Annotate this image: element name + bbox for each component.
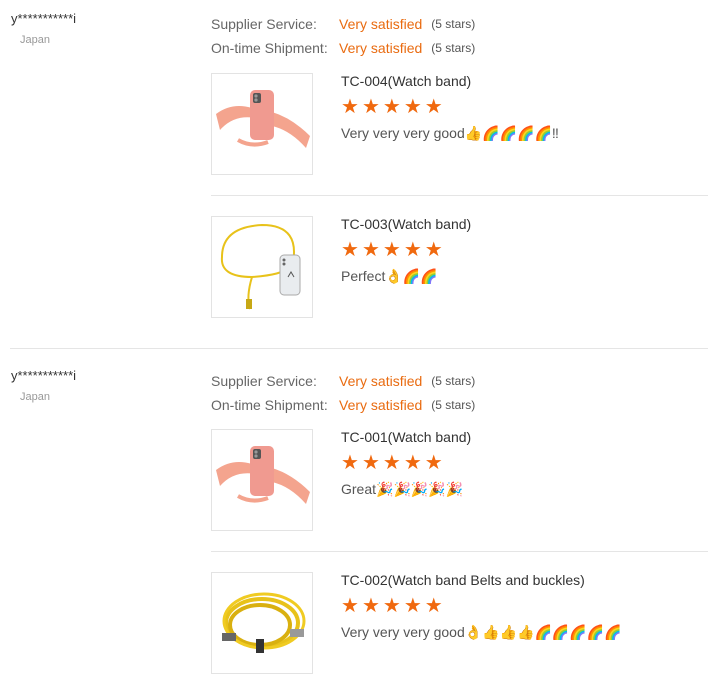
ratings-summary: Supplier Service: Very satisfied (5 star… <box>211 12 475 60</box>
reviewer-name: y***********i <box>11 368 77 383</box>
star-icon: ★ <box>341 239 359 261</box>
product-star-rating: ★ ★ ★ ★ ★ <box>341 240 443 260</box>
divider <box>211 551 708 552</box>
product-review: TC-003(Watch band) ★ ★ ★ ★ ★ Perfect👌🌈🌈 <box>211 216 708 318</box>
review-comment: Perfect👌🌈🌈 <box>341 268 438 284</box>
star-icon: ★ <box>361 96 380 118</box>
rating-label: On-time Shipment: <box>211 40 328 56</box>
star-icon: ★ <box>382 595 401 617</box>
shipment-rating: On-time Shipment: Very satisfied (5 star… <box>211 393 475 417</box>
star-icon: ★ <box>403 239 422 261</box>
product-title[interactable]: TC-001(Watch band) <box>341 429 471 445</box>
product-thumbnail[interactable] <box>211 429 313 531</box>
star-icon: ★ <box>403 452 422 474</box>
reviewer-country: Japan <box>20 391 50 403</box>
product-review: TC-004(Watch band) ★ ★ ★ ★ ★ Very very v… <box>211 73 708 175</box>
product-review: TC-002(Watch band Belts and buckles) ★ ★… <box>211 572 708 674</box>
reviewer-country: Japan <box>20 34 50 46</box>
review-comment: Great🎉🎉🎉🎉🎉 <box>341 481 464 497</box>
rating-value: Very satisfied <box>339 16 423 32</box>
star-icon: ★ <box>382 239 401 261</box>
product-title[interactable]: TC-002(Watch band Belts and buckles) <box>341 572 585 588</box>
star-icon: ★ <box>341 96 359 118</box>
review-separator <box>10 348 708 349</box>
product-review: TC-001(Watch band) ★ ★ ★ ★ ★ Great🎉🎉🎉🎉🎉 <box>211 429 708 531</box>
pink-phone-case-image <box>216 90 310 148</box>
star-icon: ★ <box>361 452 380 474</box>
star-icon: ★ <box>424 452 443 474</box>
star-icon: ★ <box>382 96 401 118</box>
star-icon: ★ <box>403 595 422 617</box>
rating-label: Supplier Service: <box>211 373 317 389</box>
reviewer-info: y***********i Japan <box>11 368 77 404</box>
rating-label: Supplier Service: <box>211 16 317 32</box>
product-thumbnail[interactable] <box>211 216 313 318</box>
product-thumbnail[interactable] <box>211 572 313 674</box>
product-title[interactable]: TC-003(Watch band) <box>341 216 471 232</box>
pink-phone-case-image <box>216 446 310 504</box>
product-thumbnail[interactable] <box>211 73 313 175</box>
divider <box>211 195 708 196</box>
supplier-service-rating: Supplier Service: Very satisfied (5 star… <box>211 369 475 393</box>
star-icon: ★ <box>361 239 380 261</box>
product-star-rating: ★ ★ ★ ★ ★ <box>341 596 443 616</box>
product-title[interactable]: TC-004(Watch band) <box>341 73 471 89</box>
yellow-cable-image <box>222 592 306 653</box>
yellow-lanyard-image <box>220 223 301 310</box>
rating-value: Very satisfied <box>339 373 423 389</box>
reviewer-info: y***********i Japan <box>11 11 77 47</box>
rating-stars-text: (5 stars) <box>431 398 476 412</box>
rating-stars-text: (5 stars) <box>431 41 476 55</box>
rating-stars-text: (5 stars) <box>431 17 476 31</box>
rating-label: On-time Shipment: <box>211 397 328 413</box>
star-icon: ★ <box>382 452 401 474</box>
rating-stars-text: (5 stars) <box>431 374 476 388</box>
supplier-service-rating: Supplier Service: Very satisfied (5 star… <box>211 12 475 36</box>
review-comment: Very very very good👍🌈🌈🌈🌈‼ <box>341 125 559 141</box>
rating-value: Very satisfied <box>339 40 423 56</box>
star-icon: ★ <box>424 595 443 617</box>
ratings-summary: Supplier Service: Very satisfied (5 star… <box>211 369 475 417</box>
rating-value: Very satisfied <box>339 397 423 413</box>
star-icon: ★ <box>424 96 443 118</box>
star-icon: ★ <box>361 595 380 617</box>
product-star-rating: ★ ★ ★ ★ ★ <box>341 453 443 473</box>
star-icon: ★ <box>424 239 443 261</box>
product-star-rating: ★ ★ ★ ★ ★ <box>341 97 443 117</box>
review-comment: Very very very good👌👍👍👍🌈🌈🌈🌈🌈 <box>341 624 622 640</box>
reviewer-name: y***********i <box>11 11 77 26</box>
shipment-rating: On-time Shipment: Very satisfied (5 star… <box>211 36 475 60</box>
star-icon: ★ <box>403 96 422 118</box>
star-icon: ★ <box>341 452 359 474</box>
star-icon: ★ <box>341 595 359 617</box>
